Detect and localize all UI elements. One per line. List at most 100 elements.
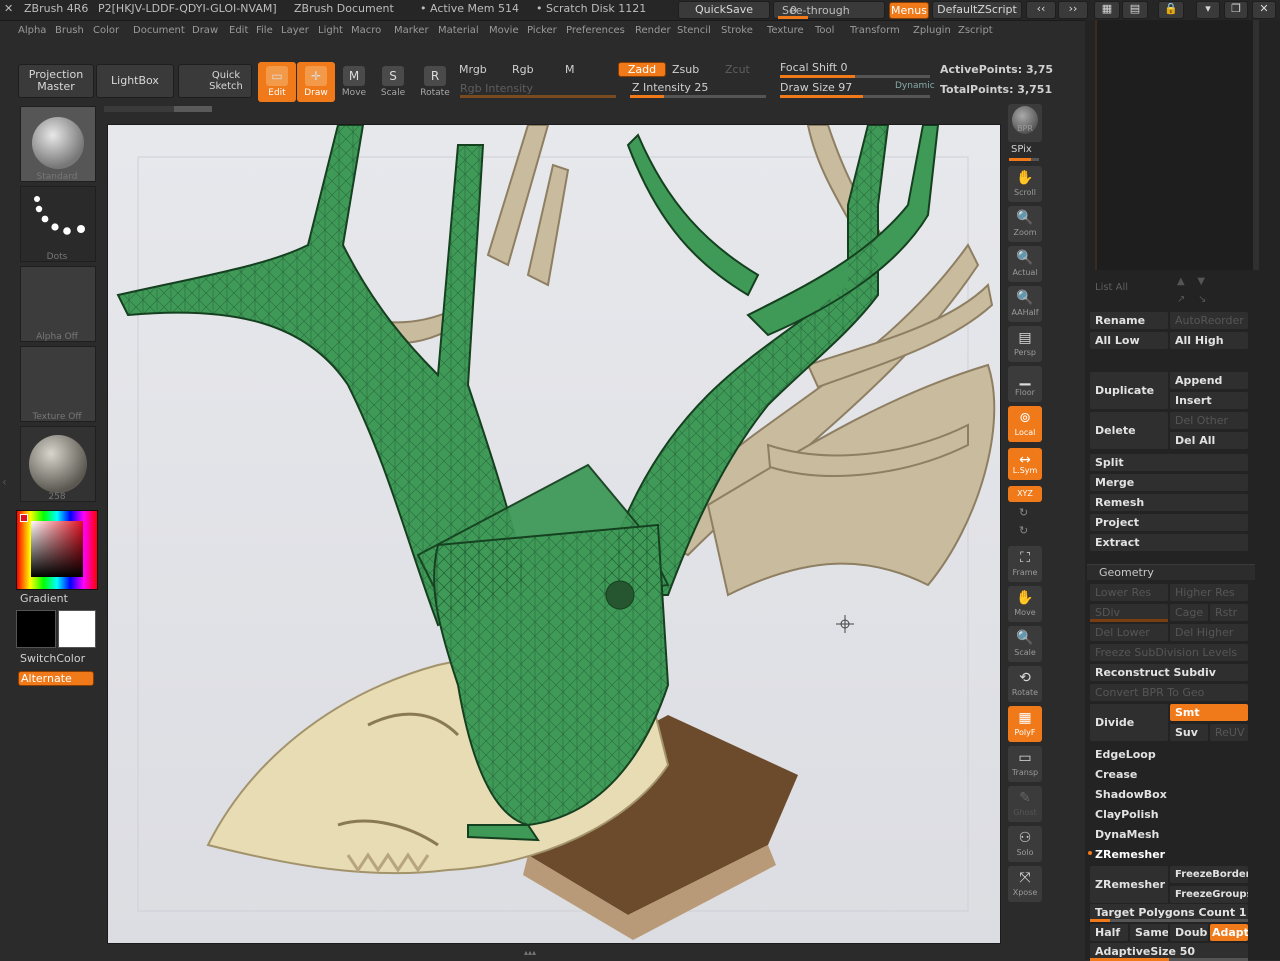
menu-file[interactable]: File: [256, 25, 273, 36]
lock-icon[interactable]: 🔒: [1158, 1, 1184, 19]
projection-master-button[interactable]: Projection Master: [18, 64, 94, 98]
zcut-button[interactable]: Zcut: [725, 63, 750, 76]
rotate-mode-button[interactable]: R Rotate: [416, 62, 454, 102]
secondary-color-swatch[interactable]: [58, 610, 96, 648]
scroll-button[interactable]: ✋ Scroll: [1008, 166, 1042, 202]
same-button[interactable]: Same: [1130, 924, 1168, 941]
restore-icon[interactable]: ❐: [1224, 1, 1248, 19]
menu-brush[interactable]: Brush: [55, 25, 84, 36]
menu-macro[interactable]: Macro: [351, 25, 381, 36]
close-icon[interactable]: ✕: [1252, 1, 1276, 19]
menu-color[interactable]: Color: [93, 25, 119, 36]
del-higher-button[interactable]: Del Higher: [1170, 624, 1248, 641]
menu-stroke[interactable]: Stroke: [721, 25, 753, 36]
extract-button[interactable]: Extract: [1090, 534, 1248, 551]
persp-button[interactable]: ▤ Persp: [1008, 326, 1042, 362]
crease-section[interactable]: Crease: [1090, 766, 1248, 783]
zadd-button[interactable]: Zadd: [618, 62, 666, 77]
freeze-subdivision-button[interactable]: Freeze SubDivision Levels: [1090, 644, 1248, 661]
menu-material[interactable]: Material: [438, 25, 479, 36]
arrow-updown-icon[interactable]: ↗ ↘: [1177, 294, 1206, 305]
edit-mode-button[interactable]: ▭ Edit: [258, 62, 296, 102]
solo-button[interactable]: ⚇ Solo: [1008, 826, 1042, 862]
move-mode-button[interactable]: M Move: [335, 62, 373, 102]
color-picker[interactable]: [16, 510, 98, 590]
draw-size-slider[interactable]: Draw Size 97: [780, 81, 852, 94]
reconstruct-subdiv-button[interactable]: Reconstruct Subdiv: [1090, 664, 1248, 681]
zremesher-section-header[interactable]: ZRemesher: [1090, 846, 1248, 863]
focal-shift-slider[interactable]: Focal Shift 0: [780, 61, 848, 74]
bottom-tray-expand-icon[interactable]: ▴▴▴: [500, 948, 560, 957]
menu-movie[interactable]: Movie: [489, 25, 519, 36]
tray-left-icon[interactable]: ‹‹: [1026, 1, 1056, 19]
rotate-z-icon[interactable]: ↻: [1019, 524, 1028, 537]
zremesher-button[interactable]: ZRemesher: [1090, 866, 1168, 903]
menu-alpha[interactable]: Alpha: [18, 25, 46, 36]
material-thumbnail[interactable]: [20, 426, 96, 502]
local-button[interactable]: ⊚ Local: [1008, 406, 1042, 442]
left-tray-collapse-icon[interactable]: ‹: [2, 475, 12, 505]
menu-light[interactable]: Light: [318, 25, 343, 36]
menu-document[interactable]: Document: [133, 25, 185, 36]
menu-stencil[interactable]: Stencil: [677, 25, 711, 36]
split-button[interactable]: Split: [1090, 454, 1248, 471]
gradient-toggle[interactable]: Gradient: [20, 592, 68, 605]
menu-transform[interactable]: Transform: [850, 25, 900, 36]
switchcolor-button[interactable]: SwitchColor: [20, 652, 85, 665]
floor-button[interactable]: ▁ Floor: [1008, 366, 1042, 402]
higher-res-button[interactable]: Higher Res: [1170, 584, 1248, 601]
remesh-button[interactable]: Remesh: [1090, 494, 1248, 511]
menu-tool[interactable]: Tool: [815, 25, 834, 36]
dynamesh-section[interactable]: DynaMesh: [1090, 826, 1248, 843]
menu-edit[interactable]: Edit: [229, 25, 248, 36]
viewport-canvas[interactable]: [107, 124, 1001, 944]
lightbox-button[interactable]: LightBox: [96, 64, 174, 98]
arrow-up-icon[interactable]: ▲ ▼: [1177, 276, 1205, 287]
geometry-section-header[interactable]: Geometry: [1087, 564, 1255, 580]
bpr-button[interactable]: BPR: [1008, 104, 1042, 142]
zoom-button[interactable]: 🔍 Zoom: [1008, 206, 1042, 242]
rgb-intensity-slider[interactable]: Rgb Intensity: [460, 82, 533, 95]
menu-draw[interactable]: Draw: [192, 25, 218, 36]
stroke-thumbnail[interactable]: [20, 186, 96, 262]
ghost-button[interactable]: ✎ Ghost: [1008, 786, 1042, 822]
main-color-swatch[interactable]: [16, 610, 56, 648]
lsym-button[interactable]: ↔ L.Sym: [1008, 448, 1042, 480]
layout-icon[interactable]: ▦: [1094, 1, 1120, 19]
convert-bpr-button[interactable]: Convert BPR To Geo: [1090, 684, 1248, 701]
divide-button[interactable]: Divide: [1090, 704, 1168, 741]
move-view-button[interactable]: ✋ Move: [1008, 586, 1042, 622]
draw-size-track[interactable]: [780, 95, 930, 98]
del-all-button[interactable]: Del All: [1170, 432, 1248, 449]
quicksave-button[interactable]: QuickSave: [678, 1, 770, 19]
alpha-thumbnail[interactable]: [20, 266, 96, 342]
menu-zplugin[interactable]: Zplugin: [913, 25, 951, 36]
brush-thumbnail[interactable]: [20, 106, 96, 182]
del-lower-button[interactable]: Del Lower: [1090, 624, 1168, 641]
menu-picker[interactable]: Picker: [527, 25, 557, 36]
mrgb-toggle[interactable]: Mrgb: [459, 63, 487, 76]
menu-render[interactable]: Render: [635, 25, 671, 36]
spix-slider[interactable]: SPix: [1011, 144, 1032, 155]
lower-res-button[interactable]: Lower Res: [1090, 584, 1168, 601]
transp-button[interactable]: ▭ Transp: [1008, 746, 1042, 782]
rstr-button[interactable]: Rstr: [1210, 604, 1248, 621]
alternate-button[interactable]: Alternate: [18, 671, 94, 686]
menu-texture[interactable]: Texture: [767, 25, 804, 36]
autoreorder-button[interactable]: AutoReorder: [1170, 312, 1248, 329]
menus-button[interactable]: Menus: [889, 2, 929, 19]
texture-thumbnail[interactable]: [20, 346, 96, 422]
adapt-toggle[interactable]: Adapt: [1210, 924, 1248, 941]
double-button[interactable]: Double: [1170, 924, 1208, 941]
half-button[interactable]: Half: [1090, 924, 1128, 941]
menu-preferences[interactable]: Preferences: [566, 25, 625, 36]
polyf-button[interactable]: ▦ PolyF: [1008, 706, 1042, 742]
layout2-icon[interactable]: ▤: [1122, 1, 1148, 19]
rotate-view-button[interactable]: ⟲ Rotate: [1008, 666, 1042, 702]
all-high-button[interactable]: All High: [1170, 332, 1248, 349]
rotate-y-icon[interactable]: ↻: [1019, 506, 1028, 519]
draw-mode-button[interactable]: ✛ Draw: [297, 62, 335, 102]
focal-shift-track[interactable]: [780, 75, 930, 78]
shelf-scrollbar[interactable]: [104, 106, 212, 112]
duplicate-button[interactable]: Duplicate: [1090, 372, 1168, 409]
